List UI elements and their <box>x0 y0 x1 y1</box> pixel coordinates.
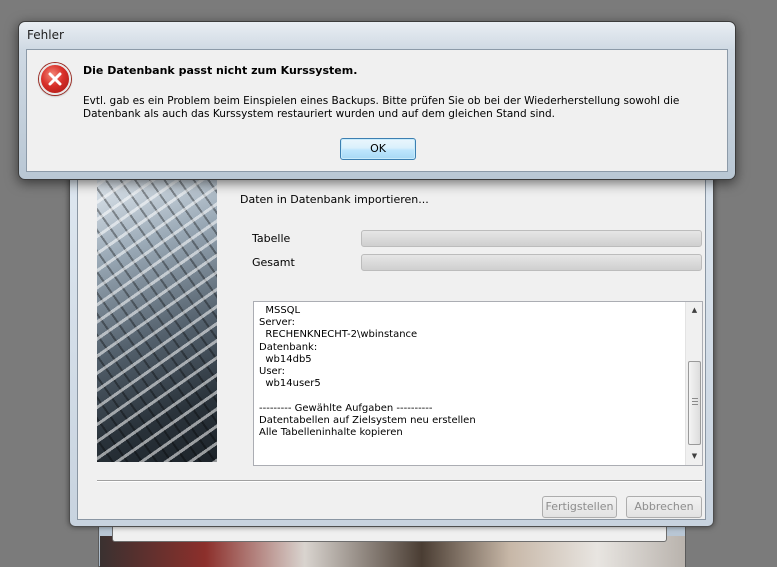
error-icon <box>39 63 71 95</box>
dialog-content: Die Datenbank passt nicht zum Kurssystem… <box>26 49 728 172</box>
scroll-thumb[interactable] <box>688 361 701 445</box>
cancel-button[interactable]: Abbrechen <box>626 496 702 518</box>
log-line: RECHENKNECHT-2\wbinstance <box>259 329 418 341</box>
dialog-title: Fehler <box>27 28 64 42</box>
keyboard-image <box>97 180 217 462</box>
total-progress-label: Gesamt <box>252 256 295 269</box>
log-line: User: <box>259 365 285 377</box>
table-progress-label: Tabelle <box>252 232 291 245</box>
ok-button[interactable]: OK <box>340 138 416 160</box>
log-line: wb14db5 <box>259 353 312 365</box>
log-line: wb14user5 <box>259 378 321 390</box>
log-lines: MSSQL Server: RECHENKNECHT-2\wbinstance Da… <box>259 305 679 439</box>
log-line: --------- Gewählte Aufgaben ---------- <box>259 402 433 414</box>
log-line: Datenbank: <box>259 341 318 353</box>
scroll-down-arrow-icon[interactable]: ▼ <box>686 448 703 465</box>
error-heading: Die Datenbank passt nicht zum Kurssystem… <box>83 64 358 77</box>
log-line: Datentabellen auf Zielsystem neu erstell… <box>259 414 476 426</box>
log-line: Server: <box>259 317 295 329</box>
wizard-content: Daten in Datenbank importieren... Tabell… <box>77 159 706 520</box>
import-wizard-window: Daten in Datenbank importieren... Tabell… <box>69 150 714 527</box>
table-progress-bar <box>361 230 702 247</box>
log-line: MSSQL <box>259 305 301 316</box>
log-line: Alle Tabelleninhalte kopieren <box>259 426 403 438</box>
scroll-up-arrow-icon[interactable]: ▲ <box>686 302 703 319</box>
status-text: Daten in Datenbank importieren... <box>240 193 429 206</box>
log-scrollbar[interactable]: ▲ ▼ <box>685 302 702 465</box>
thumb-grip-icon <box>692 398 698 405</box>
total-progress-bar <box>361 254 702 271</box>
error-message: Evtl. gab es ein Problem beim Einspielen… <box>83 95 680 120</box>
separator <box>97 480 702 482</box>
finish-button[interactable]: Fertigstellen <box>542 496 617 518</box>
log-textarea[interactable]: MSSQL Server: RECHENKNECHT-2\wbinstance Da… <box>253 301 703 466</box>
error-dialog: Fehler Die Datenbank passt nicht zum Kur… <box>18 21 736 180</box>
